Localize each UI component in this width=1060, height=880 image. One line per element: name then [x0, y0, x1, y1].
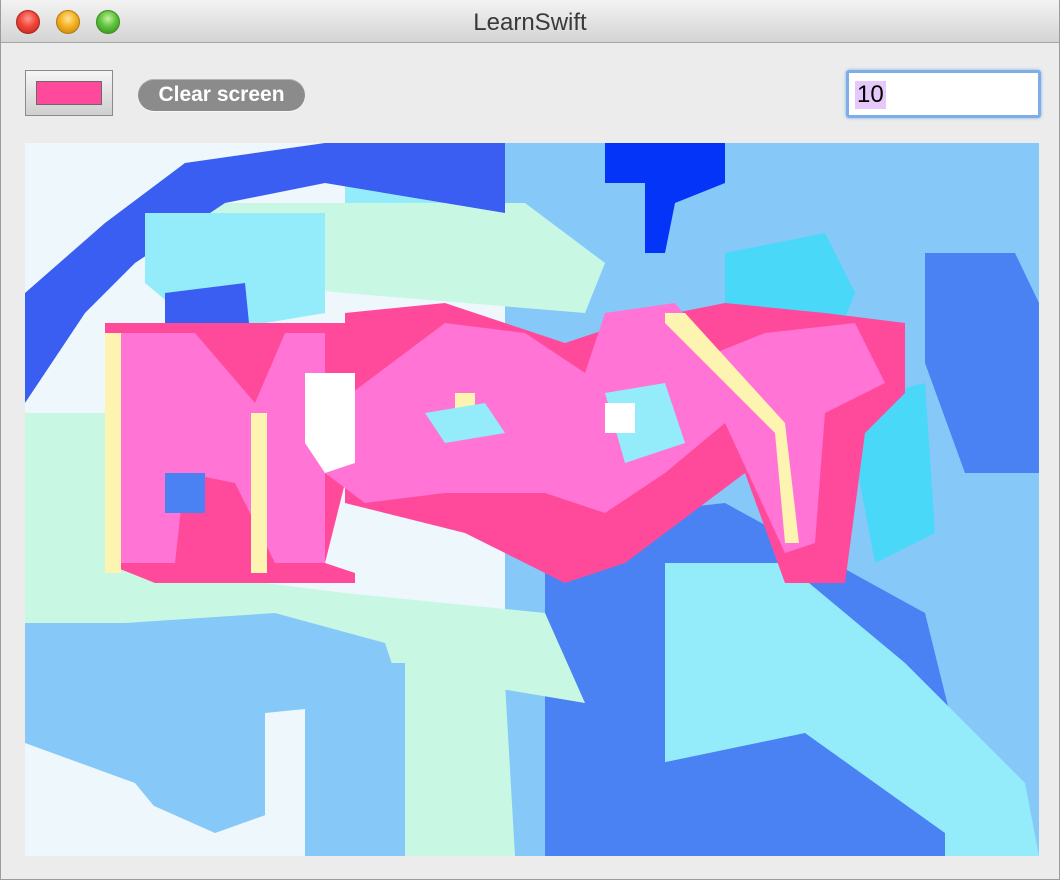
drawing-canvas[interactable] — [25, 143, 1039, 856]
paint-region-sky — [305, 663, 405, 856]
window-title: LearnSwift — [473, 9, 587, 36]
clear-screen-button[interactable]: Clear screen — [138, 79, 305, 111]
app-window: LearnSwift Clear screen 10 — [0, 0, 1060, 880]
paint-region-cream — [251, 413, 267, 573]
paint-region-cornflower — [165, 473, 205, 513]
drawing-canvas-image — [25, 143, 1039, 856]
brush-size-value: 10 — [855, 81, 886, 109]
title-bar[interactable]: LearnSwift — [1, 0, 1059, 43]
color-well[interactable] — [25, 70, 113, 116]
paint-region-cream — [105, 333, 121, 573]
paint-region-mint — [405, 683, 515, 856]
paint-region-white — [605, 403, 635, 433]
brush-size-field[interactable]: 10 — [846, 70, 1041, 118]
selected-color-swatch — [36, 81, 102, 105]
